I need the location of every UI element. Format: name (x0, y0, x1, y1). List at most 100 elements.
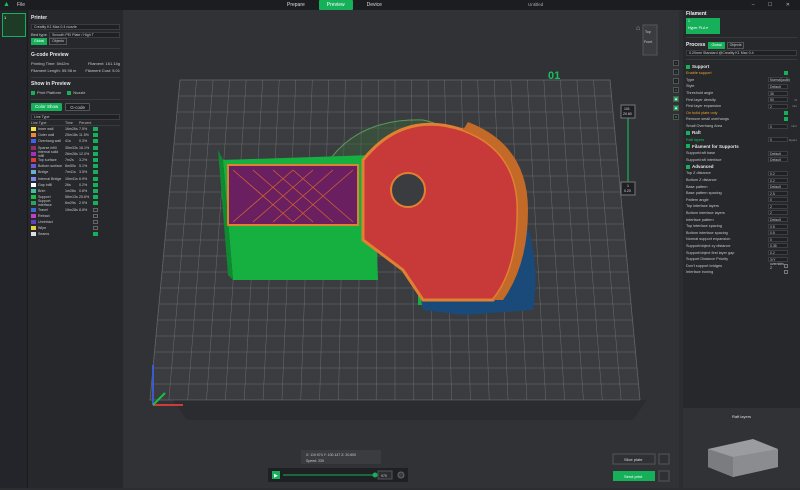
process-profile-select[interactable]: 0.20mm Standard @Creality K1 Max 0.4 (686, 49, 797, 56)
setting-value[interactable]: Normal(auto) (768, 77, 790, 83)
gcode-button[interactable]: G-code (65, 103, 91, 111)
line-type-checkbox[interactable] (93, 188, 98, 193)
setting-checkbox[interactable] (784, 71, 788, 76)
tab-prepare[interactable]: Prepare (279, 0, 313, 10)
setting-value[interactable]: Default (768, 217, 788, 223)
setting-value[interactable]: 0.2 (768, 250, 788, 256)
line-type-checkbox[interactable] (93, 219, 98, 224)
line-type-checkbox[interactable] (93, 158, 98, 163)
line-type-checkbox[interactable] (93, 232, 98, 237)
line-type-checkbox[interactable] (93, 201, 98, 206)
bed-type-select[interactable]: Smooth PEI Plate / High T (49, 31, 120, 38)
setting-row: Style Default (686, 83, 797, 90)
group-icon (686, 164, 690, 169)
setting-checkbox[interactable] (784, 117, 788, 122)
toolbar-icon-2[interactable]: ◇ (673, 69, 679, 75)
tab-device[interactable]: Device (359, 0, 390, 10)
line-type-checkbox[interactable] (93, 226, 98, 231)
file-menu[interactable]: File (17, 2, 25, 8)
setting-value[interactable]: 0.2 (768, 177, 788, 183)
line-type-label: Internal solid infill (37, 149, 59, 158)
setting-value[interactable]: 0 (768, 236, 788, 242)
settings-group[interactable]: Filament for Supports (686, 143, 797, 150)
setting-value[interactable]: 0 (768, 197, 788, 203)
setting-value[interactable]: 90 (768, 97, 788, 103)
line-type-checkbox[interactable] (93, 170, 98, 175)
line-type-time: 16m26s (65, 127, 78, 132)
setting-checkbox[interactable] (784, 270, 788, 275)
line-type-checkbox[interactable] (93, 151, 98, 156)
line-type-checkbox[interactable] (93, 145, 98, 150)
toolbar-icon-3[interactable]: ○ (673, 78, 679, 84)
window-controls[interactable]: – ☐ ✕ (752, 0, 796, 10)
printer-tab-global[interactable]: Global (31, 38, 48, 45)
setting-value[interactable]: 0.5 (768, 223, 788, 229)
nozzle-toggle[interactable]: Nozzle (67, 90, 85, 95)
printer-tab-objects[interactable]: Objects (49, 38, 67, 45)
filament-slot[interactable]: 1 Hyper PLA ▾ (686, 18, 720, 34)
setting-value[interactable]: 30 (768, 90, 788, 96)
line-type-checkbox[interactable] (93, 182, 98, 187)
line-type-checkbox[interactable] (93, 176, 98, 181)
setting-value[interactable]: Default (768, 150, 788, 156)
toolbar-icon-7[interactable]: ⚙ (673, 114, 679, 120)
toolbar-icon-1[interactable]: □ (673, 60, 679, 66)
setting-row: Base pattern spacing 2.5 (686, 190, 797, 197)
setting-value[interactable]: 0.2 (768, 170, 788, 176)
printer-select[interactable]: Creality K1 Max 0.4 nozzle (31, 23, 120, 30)
setting-value[interactable]: 0.35 (768, 243, 788, 249)
setting-value[interactable]: 2 (768, 203, 788, 209)
tab-preview[interactable]: Preview (318, 0, 353, 10)
scene-canvas[interactable]: 01 ⌂ Top Front 101 20.60 1 0.20 X: 119.9… (123, 10, 679, 488)
line-type-dropdown[interactable]: Line Type (31, 113, 120, 120)
process-tab-objects[interactable]: Objects (726, 41, 745, 49)
setting-checkbox[interactable] (784, 110, 788, 115)
filament-name: Hyper PLA ▾ (688, 26, 708, 30)
setting-value[interactable]: 0.5 (768, 230, 788, 236)
setting-value[interactable]: 2 (768, 103, 788, 109)
line-type-row[interactable]: Seams (31, 231, 120, 237)
setting-value[interactable]: 0 (768, 137, 788, 143)
setting-value[interactable]: 2.5 (768, 190, 788, 196)
line-type-checkbox[interactable] (93, 195, 98, 200)
setting-value[interactable]: Default (768, 83, 788, 89)
settings-group[interactable]: Raft (686, 129, 797, 136)
send-options-button[interactable] (658, 470, 670, 482)
toolbar-icon-6[interactable]: ◆ (673, 105, 679, 111)
line-type-checkbox[interactable] (93, 207, 98, 212)
setting-checkbox[interactable] (784, 263, 788, 268)
setting-value[interactable]: Default (768, 157, 788, 163)
setting-value[interactable]: 2 (768, 210, 788, 216)
slice-options-button[interactable] (658, 453, 670, 465)
move-value: 970 (381, 474, 387, 478)
line-type-checkbox[interactable] (93, 213, 98, 218)
plate-thumbnail[interactable]: 1 (2, 13, 26, 37)
color-swatch (31, 133, 36, 138)
process-tab-global[interactable]: Global (708, 41, 725, 49)
toolbar-icon-4[interactable]: ◎ (673, 87, 679, 93)
line-type-percent: 6.9% (79, 176, 88, 181)
line-type-label: Wipe (38, 226, 47, 231)
move-slider-thumb[interactable] (372, 472, 378, 478)
color-show-button[interactable]: Color Show (31, 103, 63, 111)
line-type-checkbox[interactable] (93, 127, 98, 132)
setting-value[interactable]: 0 (768, 123, 788, 129)
settings-group[interactable]: Advanced (686, 163, 797, 170)
color-swatch (31, 201, 36, 206)
line-type-checkbox[interactable] (93, 164, 98, 169)
print-platform-toggle[interactable]: Print Platform (31, 90, 61, 95)
filament-slot-number: 1 (688, 19, 690, 23)
setting-value[interactable]: Default (768, 184, 788, 190)
line-type-checkbox[interactable] (93, 139, 98, 144)
line-type-checkbox[interactable] (93, 133, 98, 138)
support-icon (686, 64, 690, 69)
layer-top-number: 101 (624, 107, 630, 111)
print-platform-label: Print Platform (37, 90, 62, 95)
settings-gear-icon[interactable] (397, 471, 405, 479)
home-icon[interactable]: ⌂ (636, 25, 640, 32)
bed-type-label: Bed type (31, 32, 47, 37)
header-time: Time (65, 120, 73, 125)
toolbar-icon-5[interactable]: ◆ (673, 96, 679, 102)
setting-value[interactable]: X/Y overrides Z (768, 256, 788, 270)
3d-viewport[interactable]: 01 ⌂ Top Front 101 20.60 1 0.20 X: 119.9… (123, 10, 679, 488)
